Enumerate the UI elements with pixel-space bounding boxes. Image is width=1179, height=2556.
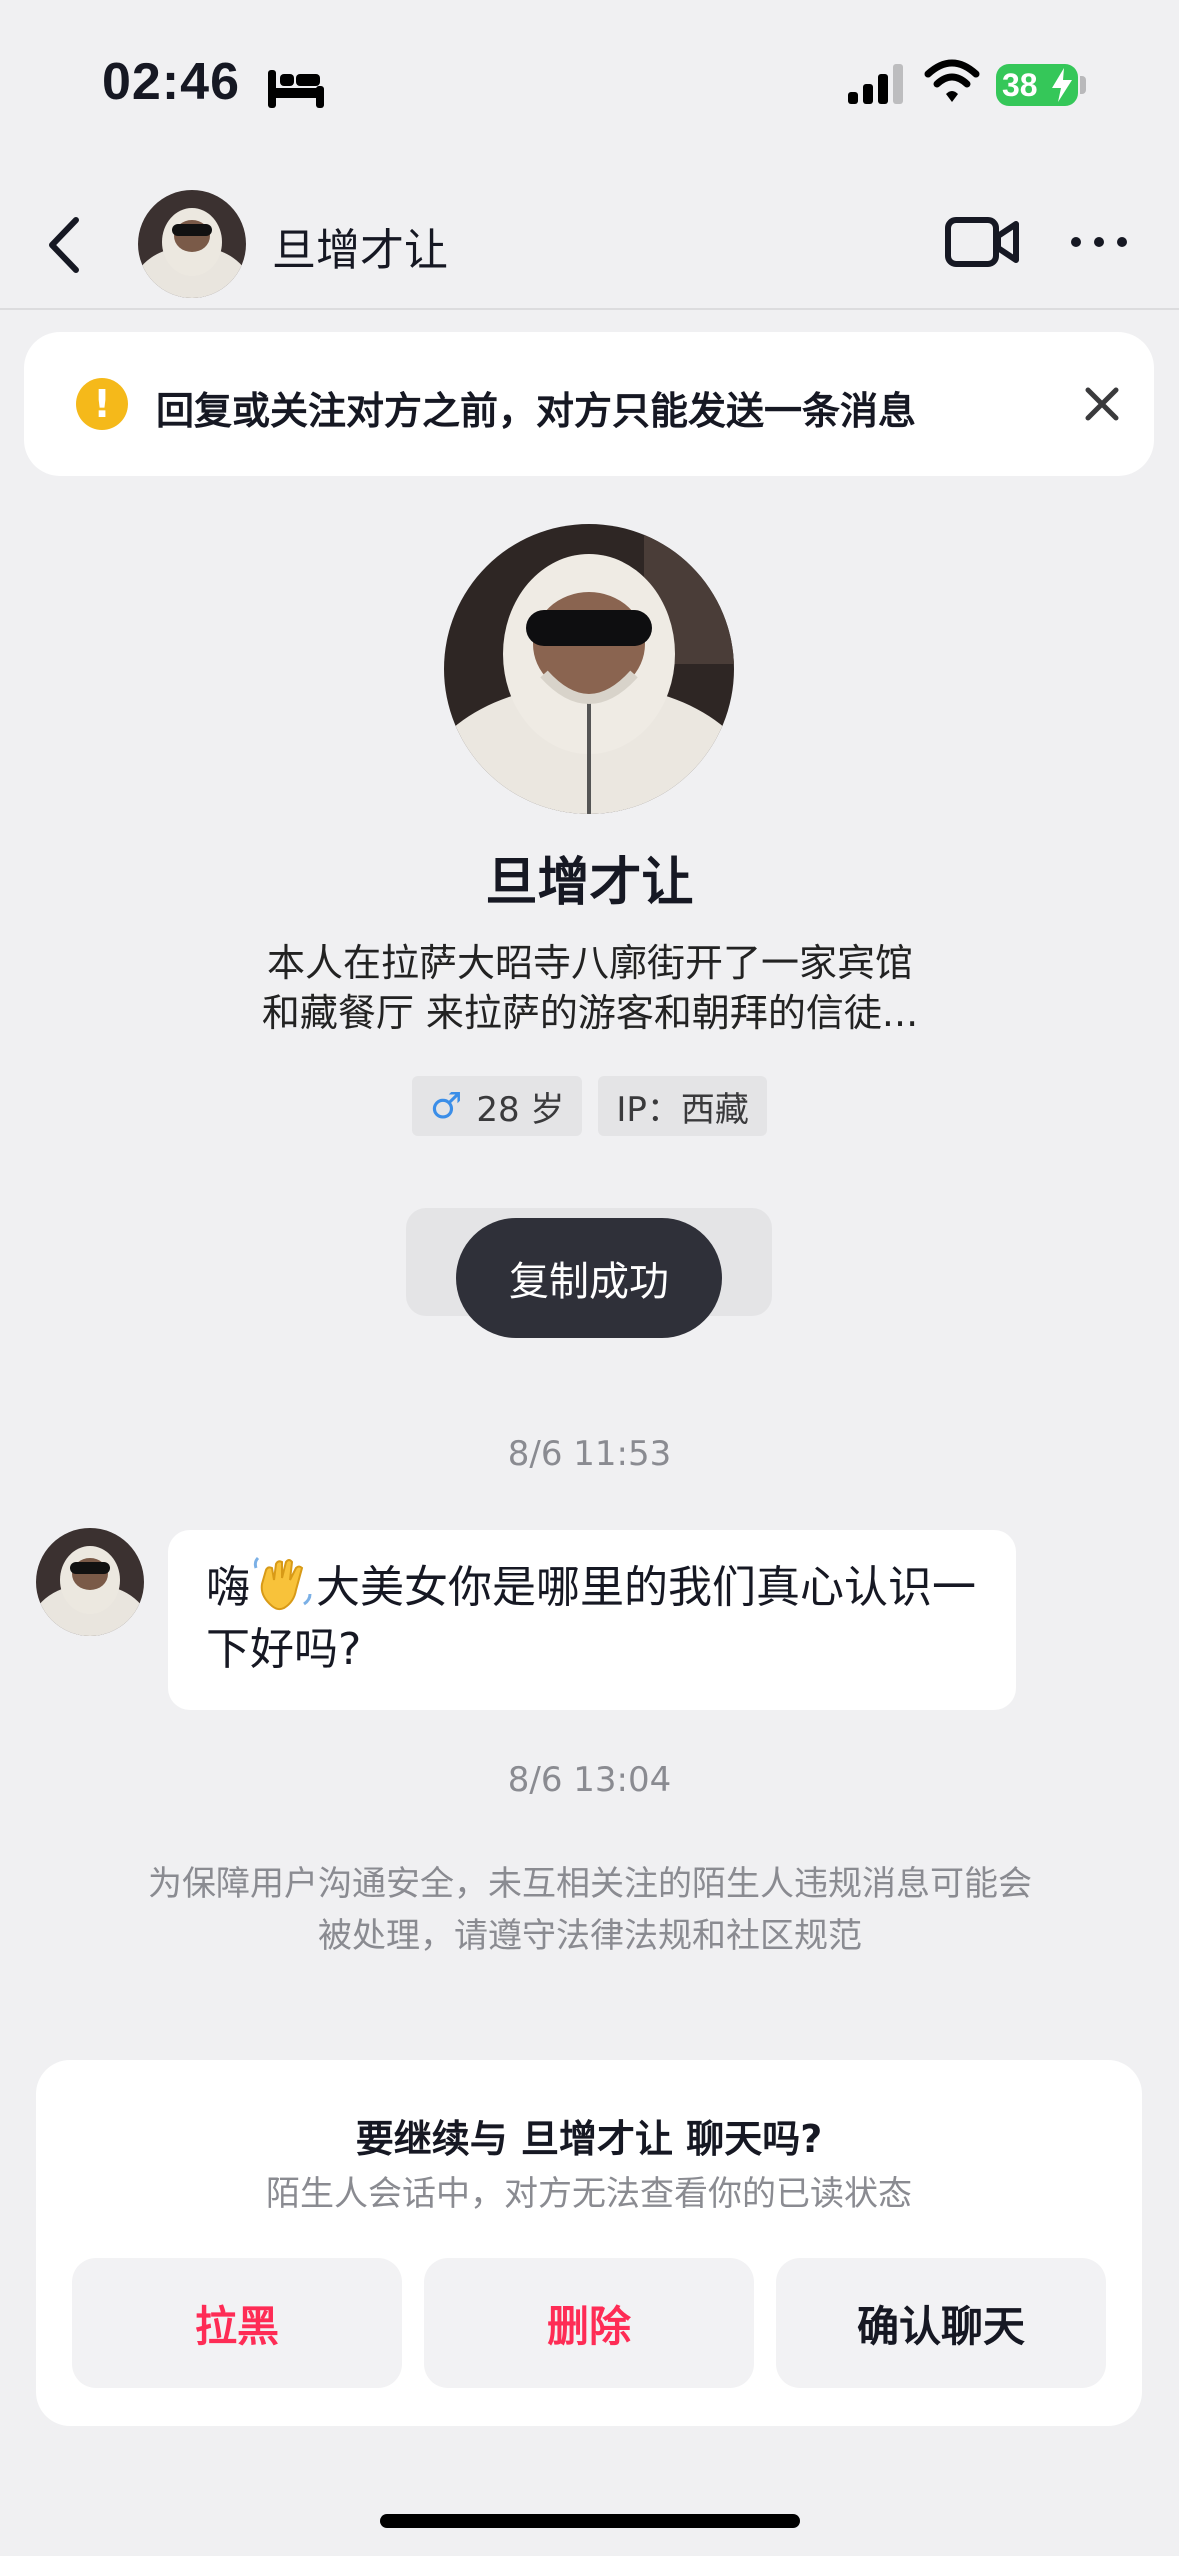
battery-tip	[1080, 76, 1086, 94]
sender-avatar[interactable]	[36, 1528, 144, 1636]
bolt-icon	[1052, 68, 1072, 102]
message-text-end: 大美女你是哪里的我们真心认识一下好吗?	[206, 1562, 976, 1675]
age-tag: ♂ 28 岁	[412, 1076, 583, 1136]
message-bubble[interactable]: 嗨 大美女你是哪里的我们真心认识一下好吗?	[168, 1530, 1016, 1710]
ip-tag: IP：西藏	[598, 1076, 767, 1136]
panel-subtitle: 陌生人会话中，对方无法查看你的已读状态	[266, 2174, 912, 2214]
message-text-start: 嗨	[206, 1562, 250, 1613]
continue-chat-panel: 要继续与 旦增才让 聊天吗? 陌生人会话中，对方无法查看你的已读状态 拉黑 删除…	[36, 2060, 1142, 2426]
header-avatar[interactable]	[138, 190, 246, 298]
confirm-chat-button[interactable]: 确认聊天	[776, 2258, 1106, 2388]
profile-tags: ♂ 28 岁 IP：西藏	[0, 1076, 1179, 1136]
wifi-icon	[924, 59, 980, 102]
battery-level: 38	[1002, 66, 1038, 103]
profile-name: 旦增才让	[485, 853, 694, 913]
status-bar: 02:46 38	[0, 0, 1179, 160]
signal-icon	[848, 64, 903, 104]
warning-icon: !	[76, 378, 128, 430]
male-icon: ♂	[430, 1085, 463, 1127]
close-icon[interactable]	[1080, 382, 1124, 426]
message-timestamp-2: 8/6 13:04	[507, 1760, 672, 1800]
status-time: 02:46	[102, 53, 240, 111]
back-icon[interactable]	[40, 210, 90, 280]
bed-icon	[268, 70, 324, 108]
home-indicator[interactable]	[380, 2514, 800, 2528]
message-timestamp: 8/6 11:53	[507, 1434, 672, 1474]
copy-success-toast: 复制成功	[456, 1218, 722, 1338]
header-username[interactable]: 旦增才让	[272, 214, 448, 278]
panel-title: 要继续与 旦增才让 聊天吗?	[355, 2117, 823, 2161]
bio-line-2: 和藏餐厅 来拉萨的游客和朝拜的信徒...	[261, 991, 919, 1035]
block-button[interactable]: 拉黑	[72, 2258, 402, 2388]
more-icon[interactable]	[1068, 228, 1130, 256]
chat-header: 旦增才让	[0, 180, 1179, 310]
video-call-icon[interactable]	[944, 214, 1020, 270]
delete-button[interactable]: 删除	[424, 2258, 754, 2388]
age-text: 28 岁	[476, 1089, 565, 1130]
bio-line-1: 本人在拉萨大昭寺八廓街开了一家宾馆	[266, 941, 913, 985]
message-limit-banner: ! 回复或关注对方之前，对方只能发送一条消息	[24, 332, 1154, 476]
profile-bio: 本人在拉萨大昭寺八廓街开了一家宾馆 和藏餐厅 来拉萨的游客和朝拜的信徒...	[180, 938, 1000, 1038]
safety-notice: 为保障用户沟通安全，未互相关注的陌生人违规消息可能会被处理，请遵守法律法规和社区…	[148, 1864, 1032, 1956]
profile-avatar[interactable]	[444, 524, 734, 814]
banner-text: 回复或关注对方之前，对方只能发送一条消息	[156, 389, 917, 433]
waving-hand-icon	[253, 1556, 312, 1611]
